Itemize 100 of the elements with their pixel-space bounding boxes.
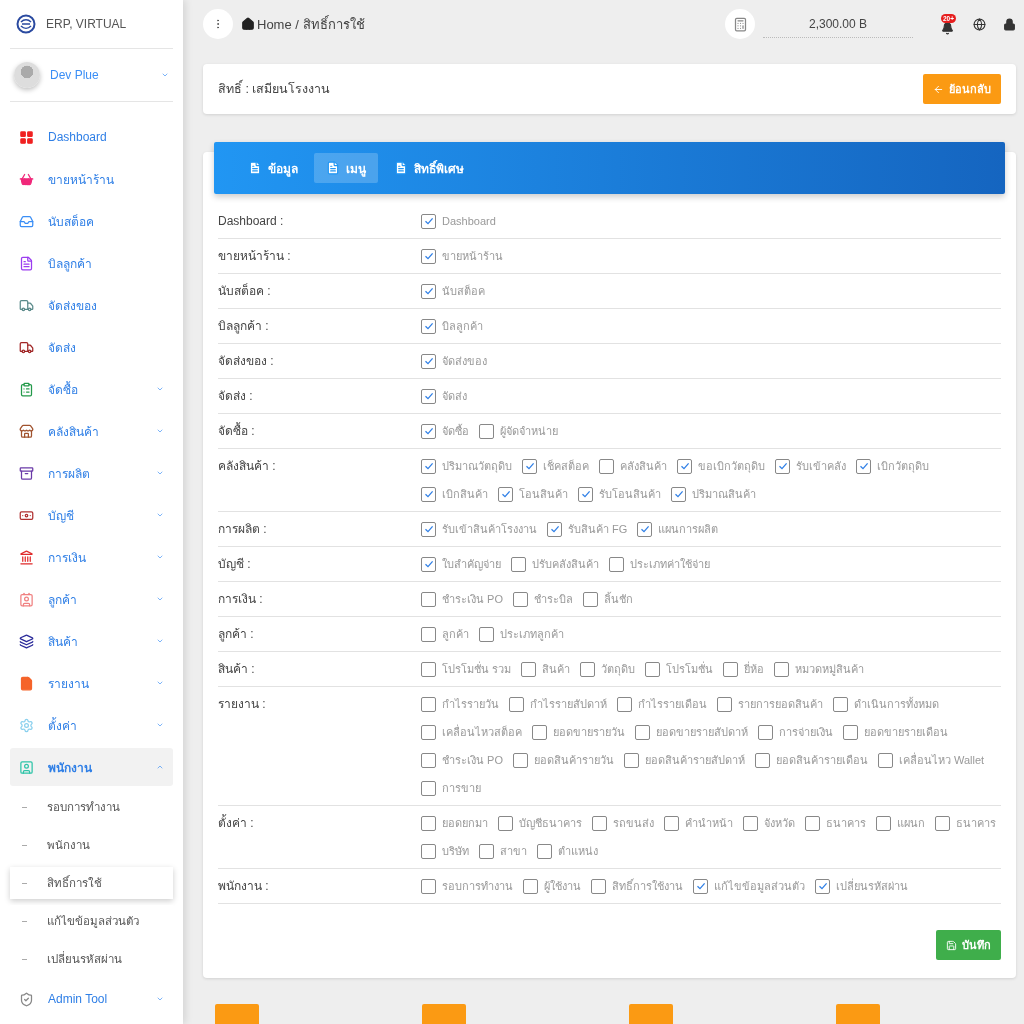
checkbox[interactable] xyxy=(717,696,732,712)
sidebar-item[interactable]: จัดส่ง xyxy=(10,328,173,366)
checkbox[interactable] xyxy=(498,486,513,502)
sidebar-item[interactable]: บัญชี xyxy=(10,496,173,534)
checkbox[interactable] xyxy=(421,213,436,229)
checkbox[interactable] xyxy=(935,815,950,831)
checkbox[interactable] xyxy=(421,248,436,264)
tab[interactable]: ข้อมูล xyxy=(236,153,310,183)
checkbox[interactable] xyxy=(511,556,526,572)
checkbox[interactable] xyxy=(512,591,528,607)
checkbox[interactable] xyxy=(421,815,436,831)
globe-icon[interactable] xyxy=(973,17,986,31)
checkbox[interactable] xyxy=(421,661,436,677)
tab[interactable]: เมนู xyxy=(314,153,378,183)
checkbox[interactable] xyxy=(645,661,661,677)
checkbox[interactable] xyxy=(671,486,686,502)
sidebar-item[interactable]: การเงิน xyxy=(10,538,173,576)
checkbox[interactable] xyxy=(532,724,547,740)
checkbox[interactable] xyxy=(876,815,891,831)
checkbox[interactable] xyxy=(421,318,436,334)
checkbox[interactable] xyxy=(843,724,858,740)
sidebar-item[interactable]: ตั้งค่า xyxy=(10,706,173,744)
row-label: บิลลูกค้า : xyxy=(218,318,270,336)
sidebar-item[interactable]: จัดซื้อ xyxy=(10,370,173,408)
checkbox-label: รับเข้าคลัง xyxy=(796,459,846,474)
checkbox[interactable] xyxy=(635,724,650,740)
checkbox[interactable] xyxy=(677,458,692,474)
back-button[interactable]: ย้อนกลับ xyxy=(923,74,1001,105)
checkbox[interactable] xyxy=(775,458,790,474)
checkbox[interactable] xyxy=(723,661,739,677)
checkbox[interactable] xyxy=(421,353,436,369)
checkbox[interactable] xyxy=(877,752,893,768)
sidebar-item[interactable]: จัดส่งของ xyxy=(10,286,173,324)
checkbox[interactable] xyxy=(521,661,537,677)
checkbox[interactable] xyxy=(421,752,436,768)
checkbox[interactable] xyxy=(421,591,436,607)
checkbox[interactable] xyxy=(523,878,538,894)
checkbox[interactable] xyxy=(833,696,848,712)
checkbox[interactable] xyxy=(421,696,436,712)
checkbox[interactable] xyxy=(743,815,758,831)
sidebar-item[interactable]: สินค้า xyxy=(10,622,173,660)
checkbox[interactable] xyxy=(509,696,524,712)
cash-register-button[interactable] xyxy=(725,9,755,40)
checkbox[interactable] xyxy=(664,815,679,831)
checkbox[interactable] xyxy=(693,878,708,894)
sidebar-item[interactable]: บิลลูกค้า xyxy=(10,244,173,282)
checkbox[interactable] xyxy=(479,626,494,642)
checkbox[interactable] xyxy=(580,661,596,677)
checkbox[interactable] xyxy=(421,486,436,502)
checkbox[interactable] xyxy=(421,843,436,859)
lock-icon[interactable] xyxy=(1003,17,1016,31)
checkbox[interactable] xyxy=(421,878,436,894)
checkbox[interactable] xyxy=(637,521,653,537)
sidebar-item[interactable]: ลูกค้า xyxy=(10,580,173,618)
sidebar-item[interactable]: Admin Tool xyxy=(10,980,173,1018)
checkbox[interactable] xyxy=(815,878,830,894)
checkbox[interactable] xyxy=(512,752,528,768)
checkbox[interactable] xyxy=(774,661,790,677)
checkbox[interactable] xyxy=(498,815,513,831)
checkbox-label: ยี่ห้อ xyxy=(744,660,765,677)
check-icon xyxy=(817,881,828,891)
checkbox[interactable] xyxy=(421,388,436,404)
checkbox[interactable] xyxy=(547,521,562,537)
checkbox[interactable] xyxy=(591,878,606,894)
sidebar-item[interactable]: นับสต็อค xyxy=(10,202,173,240)
checkbox[interactable] xyxy=(421,283,436,299)
checkbox[interactable] xyxy=(599,458,614,474)
checkbox[interactable] xyxy=(479,423,494,439)
checkbox[interactable] xyxy=(479,843,494,859)
caret-icon[interactable] xyxy=(161,71,169,79)
checkbox[interactable] xyxy=(421,423,436,439)
checkbox[interactable] xyxy=(754,752,770,768)
checkbox[interactable] xyxy=(623,752,639,768)
checkbox[interactable] xyxy=(578,486,593,502)
checkbox[interactable] xyxy=(856,458,871,474)
checkbox[interactable] xyxy=(421,521,436,537)
user-name[interactable]: Dev Plue xyxy=(50,68,151,82)
save-button[interactable]: บันทึก xyxy=(936,930,1001,960)
checkbox[interactable] xyxy=(609,556,624,572)
sidebar-item[interactable]: รายงาน xyxy=(10,664,173,702)
checkbox[interactable] xyxy=(421,724,436,740)
sidebar-item[interactable]: Dashboard xyxy=(10,118,173,156)
checkbox[interactable] xyxy=(421,458,436,474)
tab[interactable]: สิทธิ์พิเศษ xyxy=(382,153,476,183)
sidebar-item[interactable]: การผลิต xyxy=(10,454,173,492)
checkbox[interactable] xyxy=(582,591,598,607)
checkbox[interactable] xyxy=(522,458,537,474)
checkbox[interactable] xyxy=(758,724,773,740)
checkbox[interactable] xyxy=(805,815,820,831)
checkbox[interactable] xyxy=(421,556,436,572)
checkbox[interactable] xyxy=(537,843,552,859)
checkbox[interactable] xyxy=(592,815,607,831)
checkbox[interactable] xyxy=(421,780,436,796)
submenu-item[interactable]: สิทธิ์การใช้ xyxy=(10,867,173,899)
sidebar-item[interactable]: พนักงาน xyxy=(10,748,173,786)
checkbox-label: เคลื่อนไหวสต็อค xyxy=(442,723,522,740)
sidebar-item[interactable]: คลังสินค้า xyxy=(10,412,173,450)
checkbox[interactable] xyxy=(421,626,436,642)
checkbox[interactable] xyxy=(617,696,632,712)
sidebar-item[interactable]: ขายหน้าร้าน xyxy=(10,160,173,198)
